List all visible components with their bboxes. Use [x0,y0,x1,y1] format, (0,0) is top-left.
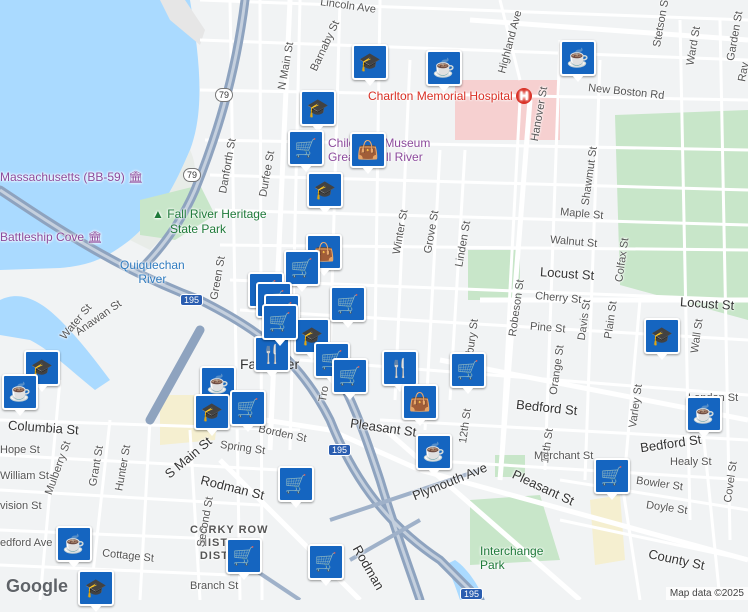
bag-icon: 👜 [356,140,380,160]
cart-icon: 🛒 [338,366,362,386]
fork-knife-icon: 🍴 [260,344,284,364]
poi-marker-cafe[interactable]: ☕ [56,526,92,568]
school-icon: 🎓 [650,326,674,346]
cart-icon: 🛒 [456,360,480,380]
street-label: vision St [0,500,42,512]
cart-icon: 🛒 [294,138,318,158]
street-label: edford Ave [0,537,53,549]
poi-marker-school[interactable]: 🎓 [194,394,230,436]
poi-marker-school[interactable]: 🎓 [307,172,343,214]
poi-marker-cafe[interactable]: ☕ [2,374,38,416]
interstate-195-shield: 195 [460,588,484,600]
coffee-icon: ☕ [8,382,32,402]
poi-marker-grocery[interactable]: 🛒 [332,358,368,400]
coffee-icon: ☕ [692,404,716,424]
google-logo: Google [6,576,68,596]
massachusetts-ship-label[interactable]: Massachusetts (BB-59) 🏛 [0,170,143,184]
poi-marker-grocery[interactable]: 🛒 [594,458,630,500]
poi-marker-restaurant[interactable]: 🍴 [382,350,418,392]
poi-marker-grocery[interactable]: 🛒 [262,304,298,346]
poi-marker-cafe[interactable]: ☕ [416,434,452,476]
hospital-label[interactable]: Charlton Memorial Hospital H [368,88,533,104]
museum-icon: 🏛 [87,230,103,244]
poi-marker-cafe[interactable]: ☕ [560,40,596,82]
bag-icon: 👜 [408,392,432,412]
museum-icon: 🏛 [128,170,144,184]
route-79-shield: 79 [183,168,202,182]
poi-marker-grocery[interactable]: 🛒 [278,466,314,508]
school-icon: 🎓 [358,52,382,72]
heritage-park-label[interactable]: ▲ Fall River Heritage State Park [152,207,267,237]
poi-marker-cafe[interactable]: ☕ [426,50,462,92]
cart-icon: 🛒 [600,466,624,486]
poi-marker-shopping[interactable]: 👜 [350,132,386,174]
school-icon: 🎓 [306,98,330,118]
street-label: Healy St [670,456,712,468]
coffee-icon: ☕ [566,48,590,68]
street-label: Merchant St [534,450,594,462]
school-icon: 🎓 [313,180,337,200]
battleship-cove-label[interactable]: Battleship Cove 🏛 [0,230,103,244]
cart-icon: 🛒 [236,398,260,418]
school-icon: 🎓 [200,402,224,422]
poi-marker-grocery[interactable]: 🛒 [450,352,486,394]
fork-knife-icon: 🍴 [388,358,412,378]
cart-icon: 🛒 [290,258,314,278]
poi-marker-grocery[interactable]: 🛒 [284,250,320,292]
coffee-icon: ☕ [422,442,446,462]
park-icon: ▲ [152,207,164,221]
poi-marker-grocery[interactable]: 🛒 [288,130,324,172]
interchange-park-label[interactable]: Interchange Park [480,544,543,572]
poi-marker-grocery[interactable]: 🛒 [308,544,344,586]
street-label: Hope St [0,444,40,456]
cart-icon: 🛒 [336,294,360,314]
coffee-icon: ☕ [432,58,456,78]
street-label: William St [0,470,49,482]
street-label: Rav [736,61,748,83]
poi-marker-cafe[interactable]: ☕ [686,396,722,438]
school-icon: 🎓 [84,578,108,598]
coffee-icon: ☕ [62,534,86,554]
cart-icon: 🛒 [284,474,308,494]
poi-marker-grocery[interactable]: 🛒 [230,390,266,432]
route-79-shield: 79 [215,88,234,102]
map-attribution[interactable]: Map data ©2025 [665,587,748,600]
cart-icon: 🛒 [314,552,338,572]
cart-icon: 🛒 [268,312,292,332]
interstate-195-shield: 195 [180,294,204,306]
poi-marker-grocery[interactable]: 🛒 [330,286,366,328]
interstate-195-shield: 195 [328,444,352,456]
poi-marker-grocery[interactable]: 🛒 [226,538,262,580]
poi-marker-school[interactable]: 🎓 [300,90,336,132]
hospital-icon: H [516,88,533,104]
poi-marker-shopping[interactable]: 👜 [402,384,438,426]
coffee-icon: ☕ [206,374,230,394]
poi-marker-school[interactable]: 🎓 [352,44,388,86]
quiquechan-river-label: Quiquechan River [120,258,185,286]
cart-icon: 🛒 [232,546,256,566]
poi-marker-school[interactable]: 🎓 [644,318,680,360]
poi-marker-school[interactable]: 🎓 [78,570,114,612]
street-label: Branch St [190,580,239,592]
